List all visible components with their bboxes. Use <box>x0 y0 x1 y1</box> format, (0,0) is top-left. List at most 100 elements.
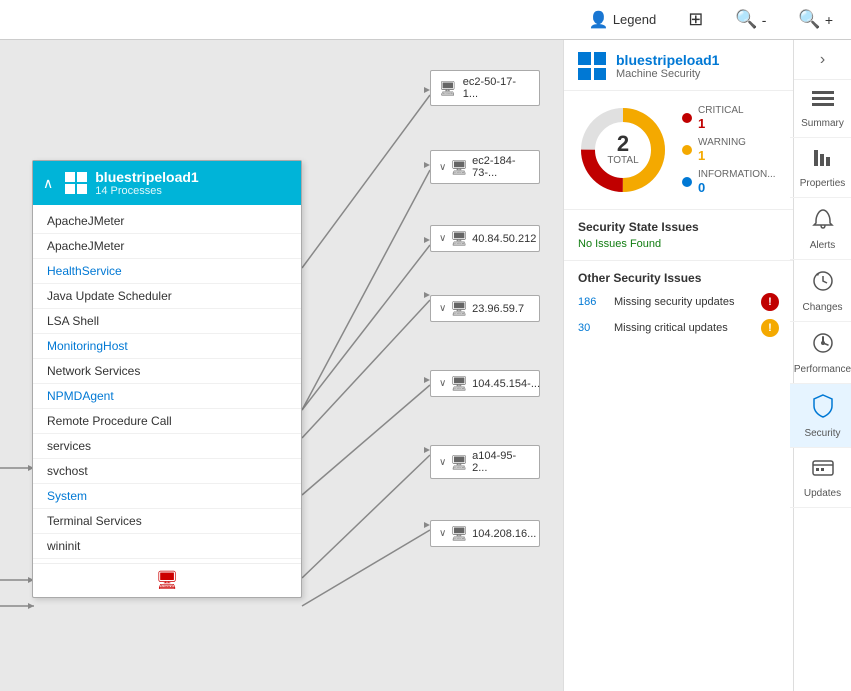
process-item[interactable]: Network Services <box>33 359 301 384</box>
canvas-area[interactable]: ∧ bluestripeload1 14 Processes ApacheJMe… <box>0 40 563 691</box>
process-item[interactable]: ApacheJMeter <box>33 234 301 259</box>
process-item[interactable]: NPMDAgent <box>33 384 301 409</box>
process-item[interactable]: services <box>33 434 301 459</box>
security-state-title: Security State Issues <box>578 220 779 234</box>
monitor-icon: 🖥 <box>450 375 468 392</box>
info-dot <box>682 177 692 187</box>
remote-node-name: a104-95-2... <box>472 450 531 474</box>
critical-dot <box>682 113 692 123</box>
monitor-icon: 🖥 <box>439 80 457 97</box>
sidebar-item-properties[interactable]: Properties <box>790 138 851 198</box>
remote-node-header[interactable]: ∨🖥23.96.59.7 <box>431 296 539 321</box>
sidebar-item-changes[interactable]: Changes <box>790 260 851 322</box>
node-card[interactable]: ∧ bluestripeload1 14 Processes ApacheJMe… <box>32 160 302 598</box>
remote-node-n2[interactable]: ∨🖥ec2-184-73-... <box>430 150 540 184</box>
remote-node-n3[interactable]: ∨🖥40.84.50.212 <box>430 225 540 252</box>
zoom-out-icon: 🔍 <box>735 9 757 30</box>
issue-count[interactable]: 30 <box>578 322 606 334</box>
security-state-none: No Issues Found <box>578 238 779 250</box>
monitor-icon: 🖥 <box>450 159 468 176</box>
node-title: bluestripeload1 <box>95 169 198 185</box>
sidebar-icon-properties <box>812 148 834 174</box>
collapse-chevron[interactable]: ∧ <box>43 175 53 192</box>
warning-legend-block: WARNING 1 <box>698 137 746 163</box>
security-state-section: Security State Issues No Issues Found <box>564 210 793 261</box>
sidebar-right: › Summary PropertiesAlertsChangesPerforma… <box>793 40 851 691</box>
fit-zoom-icon: ⊞ <box>688 9 703 30</box>
sidebar-icon-performance <box>812 332 834 360</box>
issue-count[interactable]: 186 <box>578 296 606 308</box>
remote-node-header[interactable]: ∨ 🖥 104.45.154-... <box>431 371 539 396</box>
detail-header: bluestripeload1 Machine Security <box>564 40 793 91</box>
remote-node-name: 104.208.16... <box>472 528 536 540</box>
zoom-in-icon: 🔍 <box>798 9 820 30</box>
main-content: ∧ bluestripeload1 14 Processes ApacheJMe… <box>0 40 851 691</box>
other-issues-title: Other Security Issues <box>578 271 779 285</box>
sidebar-icon-security <box>812 394 834 424</box>
process-item[interactable]: Terminal Services <box>33 509 301 534</box>
donut-label: 2 TOTAL <box>607 133 638 167</box>
process-item[interactable]: ApacheJMeter <box>33 209 301 234</box>
info-label: INFORMATION... <box>698 169 776 180</box>
remote-node-n5[interactable]: ∨ 🖥 104.45.154-... <box>430 370 540 397</box>
warning-count: 1 <box>698 148 746 163</box>
remote-node-name: 23.96.59.7 <box>472 303 524 315</box>
process-item[interactable]: Java Update Scheduler <box>33 284 301 309</box>
remote-node-name: 104.45.154-... <box>472 378 540 390</box>
critical-count: 1 <box>698 116 744 131</box>
process-item[interactable]: System <box>33 484 301 509</box>
sidebar-expand-button[interactable]: › <box>794 40 851 80</box>
sidebar-item-updates[interactable]: Updates <box>790 448 851 508</box>
process-item[interactable]: LSA Shell <box>33 309 301 334</box>
remote-node-name: ec2-50-17-1... <box>463 76 531 100</box>
sidebar-item-alerts[interactable]: Alerts <box>790 198 851 260</box>
detail-windows-logo <box>578 52 606 80</box>
remote-node-header[interactable]: ∨🖥104.208.16... <box>431 521 539 546</box>
remote-node-n4[interactable]: ∨🖥23.96.59.7 <box>430 295 540 322</box>
remote-node-header[interactable]: ∨🖥a104-95-2... <box>431 446 539 478</box>
fit-zoom-button[interactable]: ⊞ <box>680 5 711 34</box>
sidebar-icon-updates <box>812 458 834 484</box>
node-subtitle: 14 Processes <box>95 185 198 197</box>
remote-node-header[interactable]: ∨🖥40.84.50.212 <box>431 226 539 251</box>
remote-node-n6[interactable]: ∨🖥a104-95-2... <box>430 445 540 479</box>
sidebar-icon-changes <box>812 270 834 298</box>
process-item[interactable]: wininit <box>33 534 301 559</box>
toolbar: 👤 Legend ⊞ 🔍 - 🔍 + <box>0 0 851 40</box>
summary-icon <box>812 90 834 108</box>
sidebar-label-summary: Summary <box>801 118 844 129</box>
properties-icon <box>812 148 834 168</box>
remote-node-n1[interactable]: 🖥 ec2-50-17-1... <box>430 70 540 106</box>
process-item[interactable]: MonitoringHost <box>33 334 301 359</box>
process-item[interactable]: svchost <box>33 459 301 484</box>
legend-icon: 👤 <box>589 10 609 30</box>
performance-icon <box>812 332 834 354</box>
updates-icon <box>812 458 834 478</box>
remote-node-n7[interactable]: ∨🖥104.208.16... <box>430 520 540 547</box>
donut-legend: CRITICAL 1 WARNING 1 INFORMATION... 0 <box>682 105 776 195</box>
process-item[interactable]: Remote Procedure Call <box>33 409 301 434</box>
process-item[interactable]: HealthService <box>33 259 301 284</box>
sidebar-item-security[interactable]: Security <box>790 384 851 448</box>
detail-title-block: bluestripeload1 Machine Security <box>616 52 719 80</box>
sidebar-item-summary[interactable]: Summary <box>790 80 851 138</box>
monitor-icon: 🖥 <box>450 230 468 247</box>
sidebar-item-performance[interactable]: Performance <box>790 322 851 384</box>
other-issues-section: Other Security Issues 186Missing securit… <box>564 261 793 355</box>
node-card-footer: 🖥 <box>33 563 301 597</box>
remote-node-header[interactable]: ∨🖥ec2-184-73-... <box>431 151 539 183</box>
detail-panel: bluestripeload1 Machine Security 2 TOTAL <box>563 40 793 691</box>
chevron-down-icon: ∨ <box>439 303 446 314</box>
zoom-in-button[interactable]: 🔍 + <box>790 5 841 34</box>
node-card-header[interactable]: ∧ bluestripeload1 14 Processes <box>33 161 301 205</box>
legend-button[interactable]: 👤 Legend <box>581 6 664 34</box>
warning-dot <box>682 145 692 155</box>
issue-badge: ! <box>761 319 779 337</box>
issue-badge: ! <box>761 293 779 311</box>
critical-label: CRITICAL <box>698 105 744 116</box>
changes-icon <box>812 270 834 292</box>
zoom-out-button[interactable]: 🔍 - <box>727 5 774 34</box>
security-icon <box>812 394 834 418</box>
chevron-down-icon: ∨ <box>439 378 446 389</box>
donut-chart: 2 TOTAL <box>578 105 668 195</box>
